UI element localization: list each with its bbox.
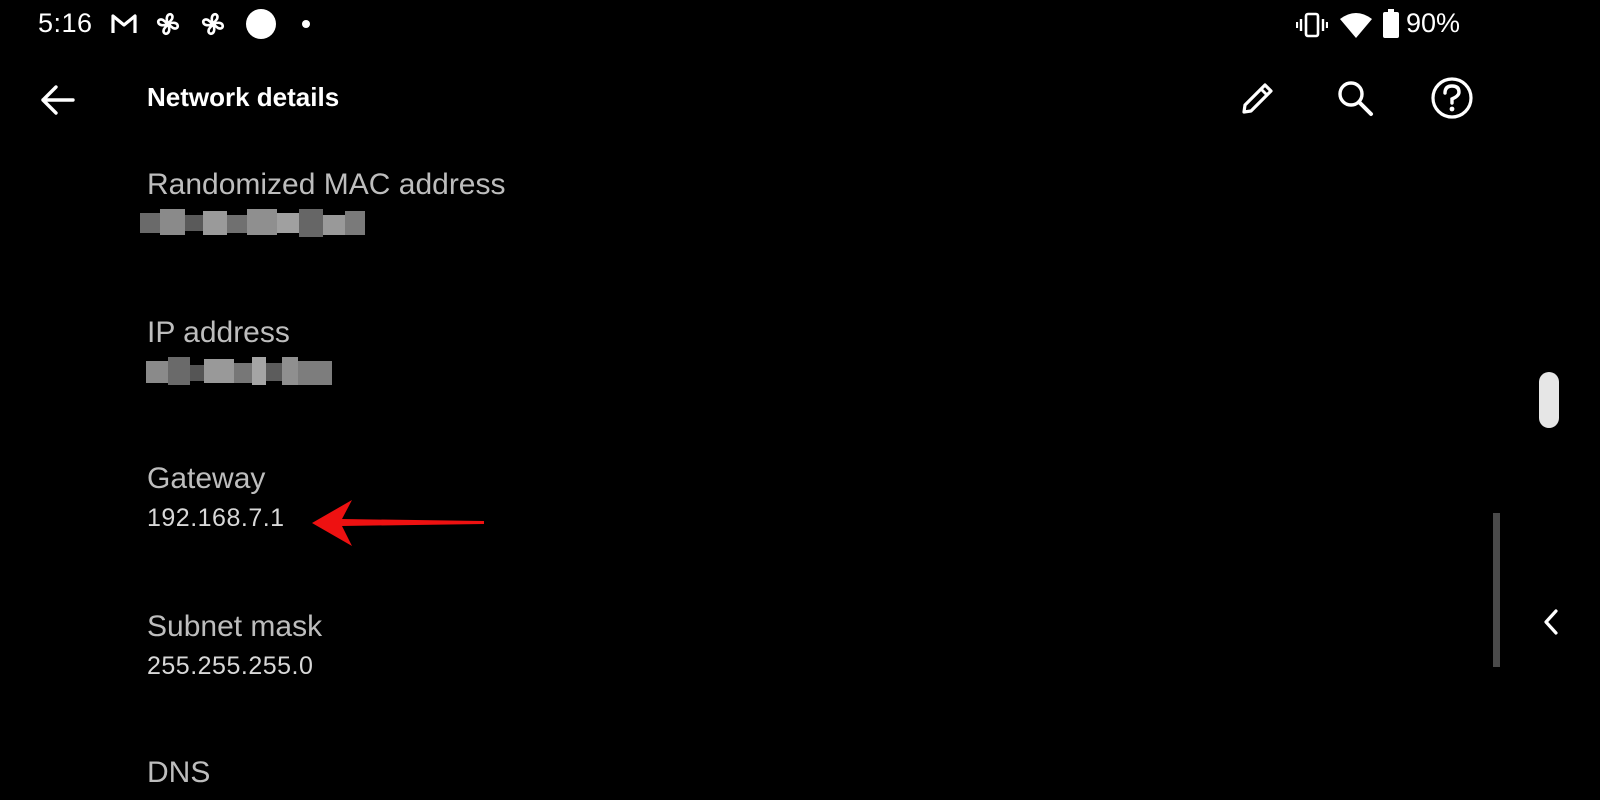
dot-icon (302, 20, 310, 28)
help-icon (1431, 77, 1473, 119)
back-button[interactable] (29, 72, 85, 128)
detail-item-mac[interactable]: Randomized MAC address (140, 167, 1447, 239)
edit-button[interactable] (1230, 70, 1286, 126)
arrow-back-icon (41, 85, 75, 115)
scroll-thumb[interactable] (1539, 372, 1559, 428)
detail-item-ip[interactable]: IP address (146, 315, 1447, 387)
detail-label: IP address (147, 316, 290, 349)
edge-panel-handle[interactable] (1536, 604, 1566, 640)
red-arrow-annotation (312, 500, 484, 546)
circle-icon (246, 9, 276, 39)
detail-item-dns[interactable]: DNS (147, 755, 1447, 791)
search-icon (1338, 81, 1373, 116)
battery-percent: 90% (1406, 8, 1461, 38)
vibrate-icon (1296, 12, 1328, 38)
pinwheel-icon (157, 13, 179, 35)
status-bar: 5:16 90% (0, 0, 1600, 50)
detail-label: Randomized MAC address (147, 168, 506, 201)
help-button[interactable] (1424, 70, 1480, 126)
detail-item-subnet[interactable]: Subnet mask 255.255.255.0 (147, 609, 1447, 681)
network-details-screen: 5:16 90% Network details Randomized MAC … (0, 0, 1600, 800)
redacted-mac-address (140, 209, 370, 239)
search-button[interactable] (1327, 70, 1383, 126)
wifi-icon (1340, 13, 1372, 38)
battery-icon (1383, 9, 1399, 38)
edit-icon (1242, 83, 1273, 114)
scroll-track[interactable] (1493, 513, 1500, 667)
redacted-ip-address (146, 357, 336, 387)
detail-label: Subnet mask (147, 610, 323, 643)
pinwheel-icon (202, 13, 224, 35)
app-toolbar: Network details (0, 60, 1600, 140)
subnet-value: 255.255.255.0 (147, 652, 314, 680)
gmail-icon (111, 14, 137, 33)
page-title: Network details (147, 82, 340, 112)
detail-label: DNS (147, 756, 211, 789)
detail-label: Gateway (147, 462, 266, 495)
status-time: 5:16 (38, 8, 93, 38)
chevron-left-icon (1544, 609, 1558, 635)
